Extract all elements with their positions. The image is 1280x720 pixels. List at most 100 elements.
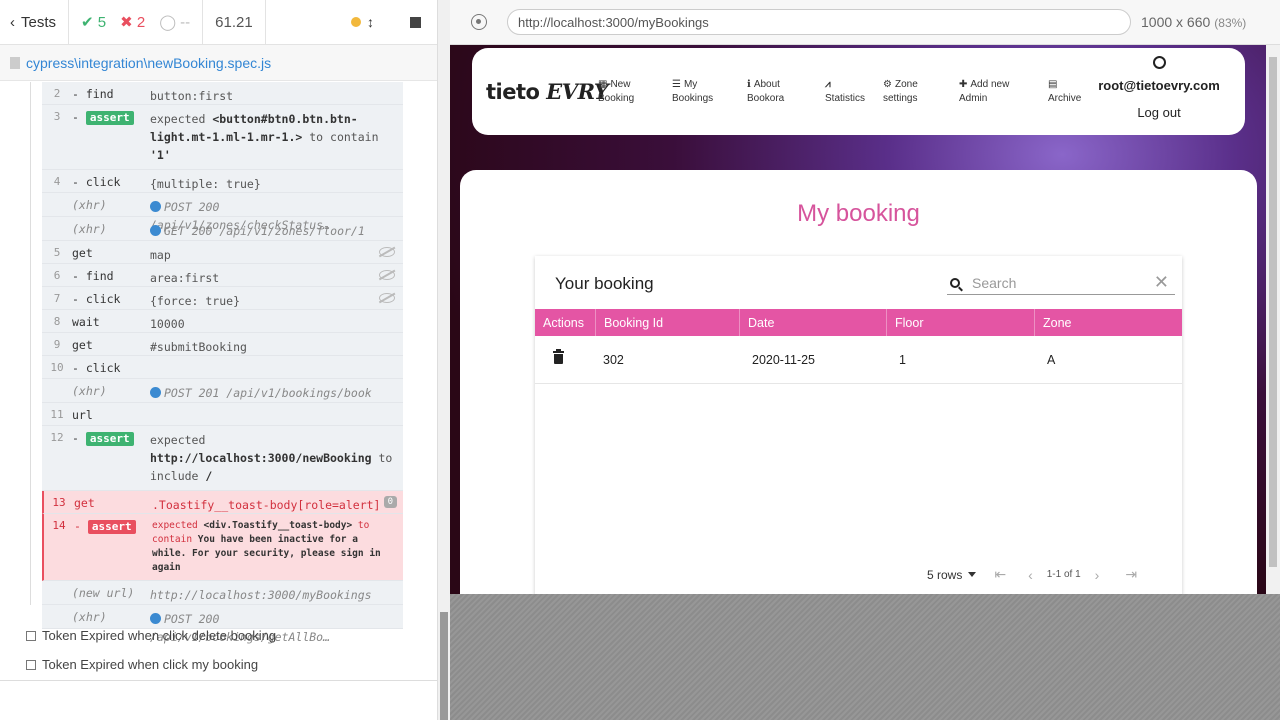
command-message: POST 200 /api/v1/zones/checkStatus… bbox=[150, 193, 403, 232]
message-text: .Toastify__toast-body[role=alert] bbox=[152, 498, 381, 512]
command-number bbox=[42, 193, 72, 216]
command-row[interactable]: 4 - click {multiple: true} bbox=[42, 170, 403, 193]
tests-back-button[interactable]: ‹ Tests bbox=[0, 0, 70, 45]
command-row[interactable]: 3- assert expected <button#btn0.btn.btn-l… bbox=[42, 105, 403, 170]
first-page-icon[interactable]: ⇤ bbox=[994, 566, 1006, 583]
command-number: 14 bbox=[52, 519, 66, 532]
command-row[interactable]: (new url) http://localhost:3000/myBooking… bbox=[42, 581, 403, 605]
command-row[interactable]: (xhr) POST 200 /api/v1/zones/checkStatus… bbox=[42, 193, 403, 232]
message-part: expected bbox=[150, 433, 206, 447]
command-name: get bbox=[72, 246, 93, 260]
nav-new-booking[interactable]: ▦ New Booking bbox=[598, 78, 634, 106]
message-text: POST 201 /api/v1/bookings/book bbox=[164, 386, 372, 400]
command-message: http://localhost:3000/myBookings bbox=[150, 581, 403, 604]
stats-counts: ✔ 5 ✖ 2 ◯ -- bbox=[69, 0, 204, 45]
column-date[interactable]: Date bbox=[739, 309, 886, 336]
command-name: - assert bbox=[74, 514, 152, 580]
message-text: map bbox=[150, 248, 171, 262]
command-name: (xhr) bbox=[72, 384, 107, 398]
message-part: '1' bbox=[150, 148, 171, 162]
command-number bbox=[42, 605, 72, 628]
logout-link[interactable]: Log out bbox=[1089, 105, 1229, 120]
pending-icon: ◯ bbox=[159, 14, 176, 31]
command-row[interactable]: 10 - click bbox=[42, 356, 403, 379]
nav-my-bookings[interactable]: ☰ My Bookings bbox=[672, 78, 713, 106]
reporter-scrollbar[interactable] bbox=[438, 0, 450, 720]
nav-archive[interactable]: ▤ Archive bbox=[1048, 78, 1081, 106]
message-text: {multiple: true} bbox=[150, 177, 261, 191]
command-row[interactable]: 11 url bbox=[42, 403, 403, 426]
viewport-info[interactable]: 1000 x 660 (83%) bbox=[1141, 14, 1246, 30]
nav-about[interactable]: ℹ About Bookora bbox=[747, 78, 784, 106]
spec-file-path[interactable]: cypress\integration\newBooking.spec.js bbox=[0, 45, 437, 81]
rows-per-page-select[interactable]: 5 rows bbox=[927, 568, 962, 582]
stop-button[interactable] bbox=[410, 16, 421, 28]
chevron-left-icon: ‹ bbox=[10, 13, 15, 31]
url-bar[interactable]: http://localhost:3000/myBookings bbox=[507, 9, 1131, 35]
booking-id-cell: 302 bbox=[603, 352, 624, 367]
scrollbar-thumb[interactable] bbox=[440, 612, 448, 720]
scrollbar-thumb[interactable] bbox=[1269, 57, 1277, 567]
message-text: 10000 bbox=[150, 317, 185, 331]
command-row[interactable]: 8 wait 10000 bbox=[42, 310, 403, 333]
command-row[interactable]: 13 get .Toastify__toast-body[role=alert] 0 bbox=[42, 491, 403, 514]
divider bbox=[0, 680, 438, 681]
command-row[interactable]: (xhr) POST 200 /api/v1/bookings/getAllBo… bbox=[42, 605, 403, 644]
command-row[interactable]: 5 get map bbox=[42, 241, 403, 264]
command-row[interactable]: 6 - find area:first bbox=[42, 264, 403, 287]
column-booking-id[interactable]: Booking Id bbox=[595, 309, 739, 336]
command-message: .Toastify__toast-body[role=alert] bbox=[152, 491, 403, 513]
search-field[interactable]: ✕ bbox=[947, 271, 1175, 295]
command-row[interactable]: 9 get #submitBooking bbox=[42, 333, 403, 356]
command-message: POST 200 /api/v1/bookings/getAllBo… bbox=[150, 605, 403, 644]
command-message: map bbox=[150, 241, 403, 263]
command-row[interactable]: 14- assert expected <div.Toastify__toast-… bbox=[42, 514, 403, 581]
next-page-icon[interactable]: › bbox=[1095, 567, 1100, 583]
command-message: expected http://localhost:3000/newBookin… bbox=[150, 426, 403, 490]
passed-count: ✔ 5 bbox=[81, 14, 107, 31]
column-floor[interactable]: Floor bbox=[886, 309, 1034, 336]
last-page-icon[interactable]: ⇥ bbox=[1125, 566, 1137, 583]
floor-cell: 1 bbox=[899, 352, 906, 367]
command-name: get bbox=[72, 338, 93, 352]
column-actions[interactable]: Actions bbox=[535, 309, 595, 336]
message-text: #submitBooking bbox=[150, 340, 247, 354]
nav-add-admin[interactable]: ✚ Add new Admin bbox=[959, 78, 1009, 106]
date-cell: 2020-11-25 bbox=[752, 352, 816, 367]
archive-icon: ▤ bbox=[1048, 79, 1058, 90]
scroll-toggle-icon[interactable]: ↕ bbox=[367, 14, 374, 30]
list-icon: ☰ bbox=[672, 79, 681, 90]
column-zone[interactable]: Zone bbox=[1034, 309, 1182, 336]
nav-statistics[interactable]: ⩘ Statistics bbox=[825, 78, 865, 106]
table-header: Actions Booking Id Date Floor Zone bbox=[535, 309, 1182, 336]
clear-search-icon[interactable]: ✕ bbox=[1154, 272, 1169, 293]
prev-page-icon[interactable]: ‹ bbox=[1028, 567, 1033, 583]
pending-test-1[interactable]: Token Expired when click delete booking bbox=[26, 628, 276, 643]
command-name: get bbox=[74, 496, 95, 510]
search-input[interactable] bbox=[972, 274, 1142, 291]
command-indent: - bbox=[72, 110, 86, 124]
app-scrollbar[interactable] bbox=[1266, 45, 1280, 594]
command-row[interactable]: (xhr) GET 200 /api/v1/zones/floor/1 bbox=[42, 217, 403, 241]
run-controls: ↕ bbox=[351, 14, 437, 30]
delete-trash-icon[interactable] bbox=[553, 349, 564, 364]
command-number: 12 bbox=[50, 431, 64, 444]
chevron-down-icon[interactable] bbox=[968, 572, 977, 577]
command-message: {force: true} bbox=[150, 287, 403, 309]
eye-slash-icon bbox=[379, 293, 395, 303]
command-row[interactable]: 7 - click {force: true} bbox=[42, 287, 403, 310]
pending-test-2[interactable]: Token Expired when click my booking bbox=[26, 657, 258, 672]
message-part: to contain bbox=[302, 130, 379, 144]
message-part: <div.Toastify__toast-body> bbox=[203, 520, 353, 531]
command-row[interactable]: 12- assert expected http://localhost:3000… bbox=[42, 426, 403, 491]
command-number: 6 bbox=[53, 269, 61, 282]
selector-playground-icon[interactable] bbox=[471, 14, 487, 30]
nav-zone-settings[interactable]: ⚙ Zone settings bbox=[883, 78, 918, 106]
command-row[interactable]: 2 - find button:first bbox=[42, 82, 403, 105]
assert-badge: assert bbox=[85, 111, 134, 125]
command-message bbox=[150, 356, 403, 378]
command-message: #submitBooking bbox=[150, 333, 403, 355]
tietoevry-logo[interactable]: tieto EVRY bbox=[486, 79, 609, 104]
command-indent: - bbox=[74, 519, 88, 533]
command-row[interactable]: (xhr) POST 201 /api/v1/bookings/book bbox=[42, 379, 403, 403]
